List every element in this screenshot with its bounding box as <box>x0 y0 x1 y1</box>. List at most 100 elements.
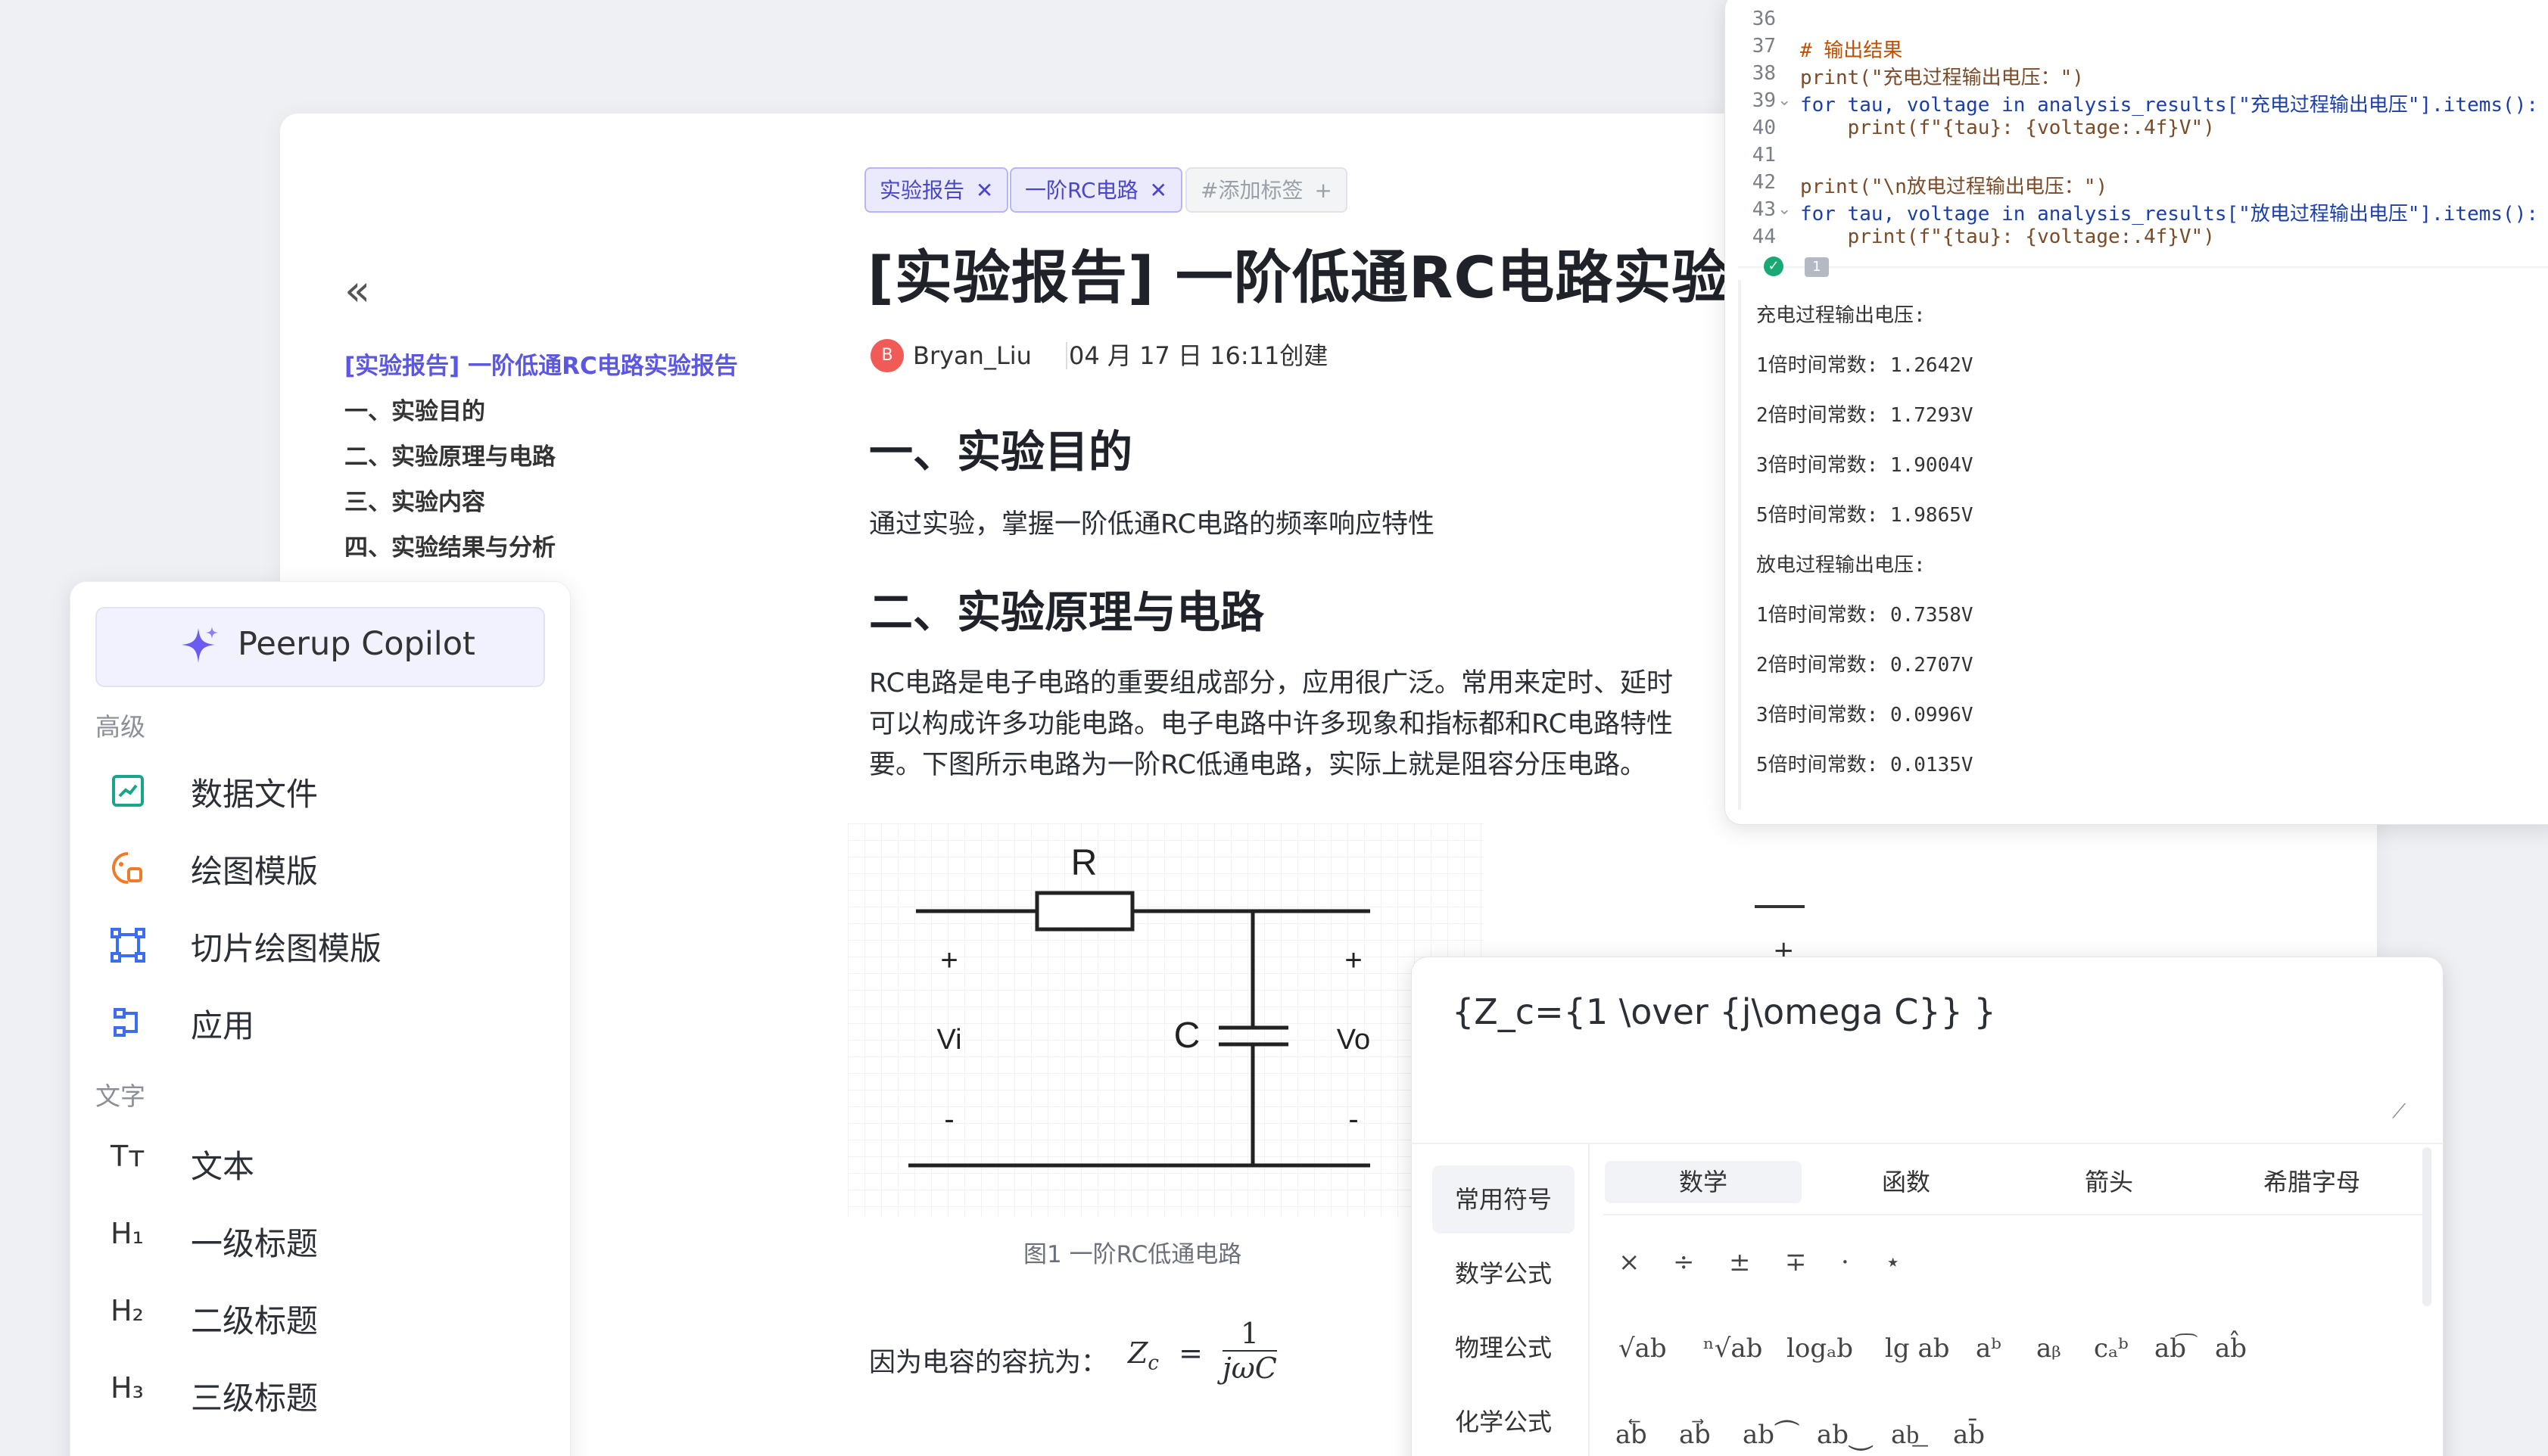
line-number: 40 <box>1752 117 1776 139</box>
template-symbol[interactable]: ⁿ√ab <box>1703 1333 1762 1364</box>
operator-symbol[interactable]: ∓ <box>1785 1247 1807 1277</box>
close-icon[interactable]: ✕ <box>1150 178 1167 203</box>
close-icon[interactable]: ✕ <box>976 178 993 203</box>
template-symbol[interactable]: √ab <box>1618 1333 1667 1364</box>
template-symbol[interactable]: logₐb <box>1786 1333 1853 1364</box>
add-tag-label: #添加标签 <box>1201 178 1304 203</box>
chart-file-icon <box>112 775 144 807</box>
page-title[interactable]: [实验报告] 一阶低通RC电路实验 <box>868 231 1730 314</box>
menu-item-text[interactable]: 文本 <box>191 1141 254 1187</box>
operator-symbol[interactable]: · <box>1841 1247 1849 1277</box>
output-line: 3倍时间常数: 0.0996V <box>1756 704 1973 726</box>
code-line[interactable]: for tau, voltage in analysis_results["充电… <box>1800 89 2538 117</box>
template-symbol[interactable]: cₐᵇ <box>2094 1333 2129 1364</box>
output-line: 1倍时间常数: 1.2642V <box>1756 354 1973 377</box>
menu-item-heading2[interactable]: 二级标题 <box>191 1296 318 1342</box>
fold-chevron-icon[interactable]: ⌄ <box>1777 200 1791 219</box>
tab-arrows[interactable]: 箭头 <box>2011 1161 2207 1203</box>
toc-title[interactable]: [实验报告] 一阶低通RC电路实验报告 <box>344 347 738 381</box>
operator-symbol[interactable]: ⋆ <box>1885 1247 1901 1277</box>
accent-symbol[interactable]: ab͟ <box>1891 1420 1919 1450</box>
double-chevron-left-icon[interactable]: « <box>344 269 370 314</box>
code-line[interactable]: print("充电过程输出电压：") <box>1800 62 2084 90</box>
impedance-text[interactable]: 因为电容的容抗为： <box>869 1341 1107 1380</box>
menu-item-heading1[interactable]: 一级标题 <box>191 1218 318 1265</box>
line-number: 36 <box>1752 8 1776 30</box>
template-symbol[interactable]: ab͡ <box>2154 1333 2186 1364</box>
menu-item-slice-template[interactable]: 切片绘图模版 <box>191 923 382 969</box>
accent-symbol[interactable]: ab̄ <box>1953 1420 1985 1450</box>
scrollbar[interactable] <box>2422 1147 2431 1306</box>
menu-item-app[interactable]: 应用 <box>191 1000 254 1047</box>
resize-handle-icon[interactable]: ⟋ <box>2392 1100 2406 1124</box>
formula-eq: = <box>1179 1336 1203 1370</box>
code-line[interactable]: print(f"{tau}: {voltage:.4f}V") <box>1800 117 2215 139</box>
impedance-formula[interactable]: Zc = 1 jωC <box>1128 1317 1277 1385</box>
toc-item-purpose[interactable]: 一、实验目的 <box>344 392 485 426</box>
principle-line-1[interactable]: RC电路是电子电路的重要组成部分，应用很广泛。常用来定时、延时 <box>869 663 1673 704</box>
line-number: 42 <box>1752 171 1776 194</box>
menu-item-heading3[interactable]: 三级标题 <box>191 1373 318 1419</box>
formula-num: 1 <box>1223 1317 1277 1352</box>
vin-minus: - <box>944 1103 954 1136</box>
operator-symbol[interactable]: ÷ <box>1673 1247 1695 1277</box>
output-gutter <box>1738 280 1741 810</box>
tab-greek[interactable]: 希腊字母 <box>2213 1161 2410 1203</box>
output-line: 5倍时间常数: 0.0135V <box>1756 754 1973 776</box>
toc-item-results[interactable]: 四、实验结果与分析 <box>344 528 556 562</box>
code-line[interactable]: print("\n放电过程输出电压：") <box>1800 171 2107 199</box>
tag-label: 实验报告 <box>880 178 965 203</box>
created-time: 04 月 17 日 16:11创建 <box>1069 341 1329 370</box>
vin-plus: + <box>940 944 958 977</box>
accent-symbol[interactable]: ab⃖ <box>1615 1420 1647 1450</box>
avatar: B <box>871 339 904 372</box>
formula-input[interactable]: {Z_c={1 \over {j\omega C}} } <box>1452 991 1996 1032</box>
tab-functions[interactable]: 函数 <box>1808 1161 2004 1203</box>
output-line: 2倍时间常数: 1.7293V <box>1756 404 1973 427</box>
slice-frame-icon <box>111 928 145 963</box>
category-common-symbols[interactable]: 常用符号 <box>1432 1165 1575 1234</box>
category-chemistry[interactable]: 化学公式 <box>1432 1388 1575 1456</box>
output-line: 充电过程输出电压: <box>1756 304 1926 327</box>
menu-item-plot-template[interactable]: 绘图模版 <box>191 846 318 892</box>
operator-symbol[interactable]: ± <box>1729 1247 1751 1277</box>
formula-lhs: Z <box>1128 1336 1148 1370</box>
resistor-label: R <box>1071 843 1098 883</box>
template-symbol[interactable]: aᵇ <box>1976 1333 2001 1364</box>
app-flow-icon <box>114 1008 138 1037</box>
menu-item-data-file[interactable]: 数据文件 <box>191 769 318 815</box>
template-symbol[interactable]: lg ab <box>1885 1333 1949 1364</box>
code-line[interactable]: # 输出结果 <box>1800 35 1902 63</box>
line-number: 41 <box>1752 144 1776 166</box>
formula-fragment-bar <box>1755 905 1805 908</box>
heading-principle[interactable]: 二、实验原理与电路 <box>869 577 1264 640</box>
fold-chevron-icon[interactable]: ⌄ <box>1777 91 1791 110</box>
tag-rc-circuit[interactable]: 一阶RC电路 ✕ <box>1010 167 1182 213</box>
tab-math[interactable]: 数学 <box>1605 1161 1802 1203</box>
code-line[interactable]: print(f"{tau}: {voltage:.4f}V") <box>1800 226 2215 248</box>
category-physics[interactable]: 物理公式 <box>1432 1314 1575 1382</box>
template-symbol[interactable]: ab̂ <box>2215 1333 2247 1364</box>
principle-line-2[interactable]: 可以构成许多功能电路。电子电路中许多现象和指标都和RC电路特性 <box>869 704 1673 745</box>
toc-item-content[interactable]: 三、实验内容 <box>344 483 485 517</box>
sparkle-icon <box>182 627 218 663</box>
heading-purpose[interactable]: 一、实验目的 <box>869 416 1132 480</box>
meta-divider <box>1066 342 1067 369</box>
purpose-text[interactable]: 通过实验，掌握一阶低通RC电路的频率响应特性 <box>869 504 1434 545</box>
tag-lab-report[interactable]: 实验报告 ✕ <box>864 167 1009 213</box>
line-number: 39 <box>1752 89 1776 112</box>
heading2-icon: H₂ <box>111 1294 144 1327</box>
text-icon: Tт <box>111 1140 145 1173</box>
add-tag-button[interactable]: #添加标签 + <box>1185 167 1347 213</box>
principle-line-3[interactable]: 要。下图所示电路为一阶RC低通电路，实际上就是阻容分压电路。 <box>869 745 1646 786</box>
toc-item-principle[interactable]: 二、实验原理与电路 <box>344 437 556 471</box>
template-symbol[interactable]: aᵦ <box>2036 1333 2061 1364</box>
accent-symbol[interactable]: ab⏜ <box>1743 1420 1799 1450</box>
accent-symbol[interactable]: ab⏝ <box>1817 1420 1874 1450</box>
category-math[interactable]: 数学公式 <box>1432 1240 1575 1308</box>
operator-symbol[interactable]: × <box>1618 1247 1640 1277</box>
line-number: 38 <box>1752 62 1776 85</box>
figure-caption: 图1 一阶RC低通电路 <box>1023 1241 1242 1268</box>
accent-symbol[interactable]: ab⃗ <box>1679 1420 1711 1450</box>
code-line[interactable]: for tau, voltage in analysis_results["放电… <box>1800 198 2538 226</box>
